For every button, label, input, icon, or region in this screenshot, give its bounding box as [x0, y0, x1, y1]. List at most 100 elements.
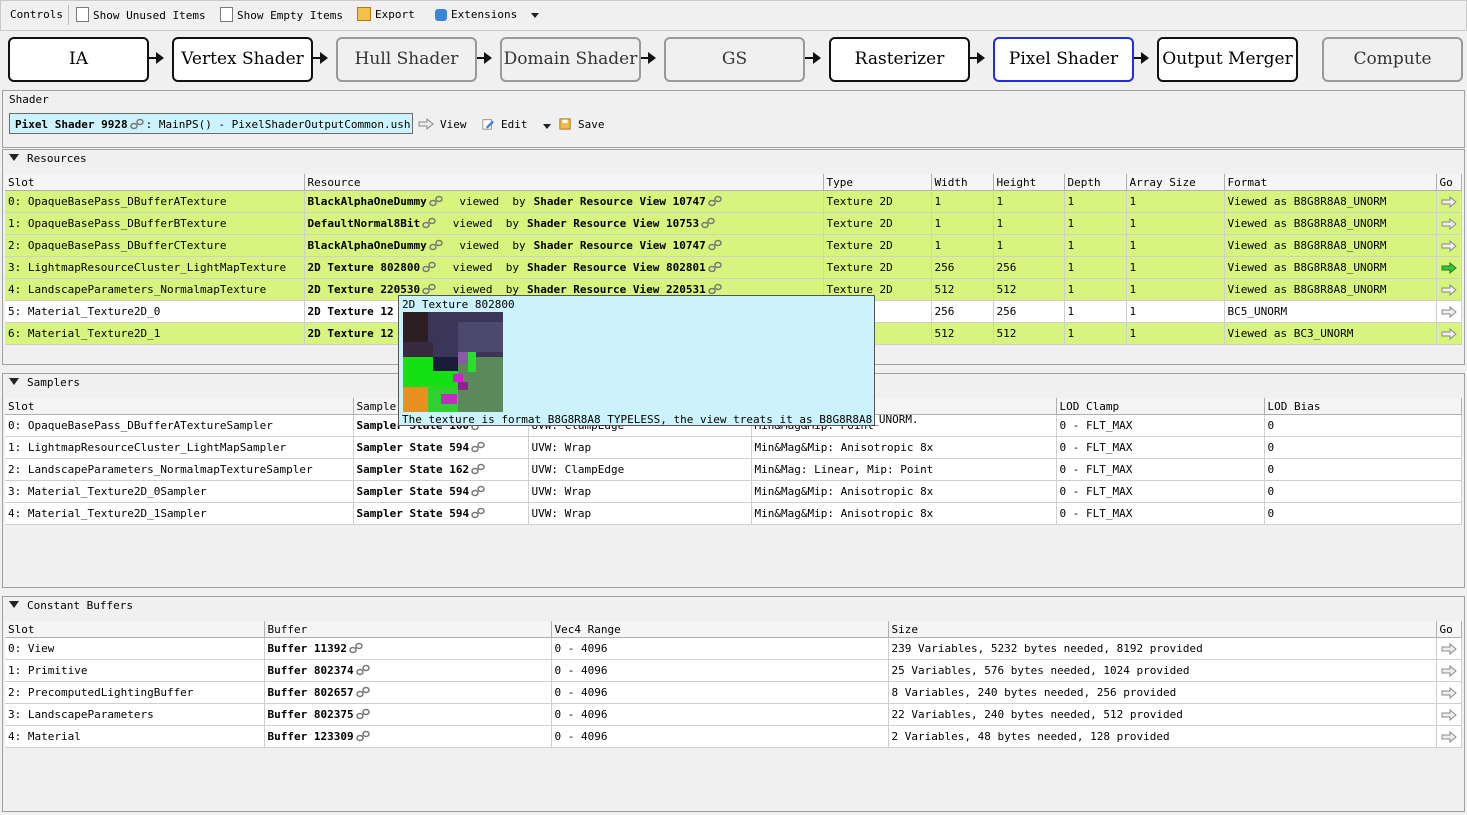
- show-empty-button[interactable]: Show Empty Items: [220, 7, 343, 23]
- link-icon[interactable]: [422, 217, 436, 229]
- go-cell[interactable]: [1436, 190, 1462, 213]
- flow-arrow: [641, 52, 656, 64]
- table-row[interactable]: 1: Primitive Buffer 802374 0 - 4096 25 Vari…: [5, 659, 1462, 682]
- go-cell[interactable]: [1436, 212, 1462, 235]
- go-cell[interactable]: [1436, 659, 1462, 682]
- go-arrow-icon[interactable]: [1441, 306, 1457, 318]
- go-arrow-icon[interactable]: [1441, 218, 1457, 230]
- stage-output-merger[interactable]: Output Merger: [1157, 37, 1298, 82]
- table-row[interactable]: 2: PrecomputedLightingBuffer Buffer 80265…: [5, 681, 1462, 704]
- resources-column-header[interactable]: Height: [993, 174, 1065, 191]
- go-cell[interactable]: [1436, 703, 1462, 726]
- stage-domain-shader[interactable]: Domain Shader: [500, 37, 641, 82]
- resources-column-header[interactable]: Format: [1224, 174, 1437, 191]
- link-icon[interactable]: [428, 239, 443, 251]
- go-cell[interactable]: [1436, 300, 1462, 323]
- show-unused-button[interactable]: Show Unused Items: [76, 7, 206, 23]
- stage-vertex-shader[interactable]: Vertex Shader: [172, 37, 313, 82]
- resources-column-header[interactable]: Depth: [1064, 174, 1127, 191]
- go-arrow-icon[interactable]: [1441, 709, 1457, 721]
- link-icon[interactable]: [422, 283, 436, 295]
- extensions-dropdown[interactable]: [531, 7, 539, 23]
- view-button[interactable]: View: [418, 116, 467, 134]
- table-row[interactable]: 2: OpaqueBasePass_DBufferCTexture BlackAl…: [5, 234, 1462, 257]
- link-icon[interactable]: [471, 441, 485, 453]
- export-button[interactable]: Export: [357, 7, 415, 23]
- go-cell[interactable]: [1436, 681, 1462, 704]
- edit-button[interactable]: Edit: [481, 116, 528, 134]
- link-icon[interactable]: [355, 708, 370, 720]
- samplers-column-header[interactable]: LOD Clamp: [1056, 398, 1265, 415]
- cbuffers-column-header[interactable]: Buffer: [264, 621, 552, 638]
- collapse-icon[interactable]: [9, 378, 19, 385]
- go-arrow-icon[interactable]: [1441, 328, 1457, 340]
- stage-ia[interactable]: IA: [8, 37, 149, 82]
- link-icon[interactable]: [129, 118, 144, 130]
- stage-compute-shader[interactable]: Compute Shader: [1322, 37, 1463, 110]
- resources-column-header[interactable]: Go: [1436, 174, 1462, 191]
- constant-buffers-header[interactable]: Constant Buffers: [3, 597, 1464, 615]
- link-icon[interactable]: [708, 261, 722, 273]
- table-row[interactable]: 0: View Buffer 11392 0 - 4096 239 Variables…: [5, 637, 1462, 660]
- table-row[interactable]: 1: LightmapResourceCluster_LightMapSampl…: [5, 436, 1462, 459]
- go-cell[interactable]: [1436, 725, 1462, 748]
- samplers-column-header[interactable]: LOD Bias: [1264, 398, 1462, 415]
- save-button[interactable]: Save: [558, 116, 605, 134]
- link-icon[interactable]: [428, 195, 443, 207]
- resources-column-header[interactable]: Width: [931, 174, 994, 191]
- stage-rasterizer[interactable]: Rasterizer: [829, 37, 970, 82]
- go-arrow-icon[interactable]: [1441, 643, 1457, 655]
- go-arrow-icon[interactable]: [1441, 665, 1457, 677]
- resources-column-header[interactable]: Array Size: [1126, 174, 1225, 191]
- go-arrow-icon[interactable]: [1441, 284, 1457, 296]
- go-arrow-icon[interactable]: [1441, 196, 1457, 208]
- resources-column-header[interactable]: Slot: [5, 174, 305, 191]
- go-cell[interactable]: [1436, 637, 1462, 660]
- table-row[interactable]: 3: Material_Texture2D_0Sampler Sampler St…: [5, 480, 1462, 503]
- edit-dropdown[interactable]: [543, 117, 551, 135]
- link-icon[interactable]: [708, 195, 722, 207]
- link-icon[interactable]: [355, 730, 370, 742]
- go-cell[interactable]: [1436, 256, 1462, 279]
- table-row[interactable]: 4: Material_Texture2D_1Sampler Sampler St…: [5, 502, 1462, 525]
- table-row[interactable]: 3: LightmapResourceCluster_LightMapTextu…: [5, 256, 1462, 279]
- stage-gs[interactable]: GS: [664, 37, 805, 82]
- table-row[interactable]: 4: Material Buffer 123309 0 - 4096 2 Variab…: [5, 725, 1462, 748]
- cbuffers-column-header[interactable]: Slot: [5, 621, 265, 638]
- go-cell[interactable]: [1436, 322, 1462, 345]
- cbuffers-column-header[interactable]: Vec4 Range: [551, 621, 889, 638]
- cbuffers-column-header[interactable]: Go: [1436, 621, 1462, 638]
- table-row[interactable]: 2: LandscapeParameters_NormalmapTextureS…: [5, 458, 1462, 481]
- table-row[interactable]: 1: OpaqueBasePass_DBufferBTexture Default…: [5, 212, 1462, 235]
- shader-name-field[interactable]: Pixel Shader 9928: MainPS() - PixelShade…: [9, 113, 413, 134]
- table-row[interactable]: 3: LandscapeParameters Buffer 802375 0 - 4…: [5, 703, 1462, 726]
- buffer-cell: Buffer 802374: [264, 659, 552, 682]
- stage-hull-shader[interactable]: Hull Shader: [336, 37, 477, 82]
- link-icon[interactable]: [471, 507, 485, 519]
- stage-pixel-shader[interactable]: Pixel Shader: [993, 37, 1134, 82]
- samplers-column-header[interactable]: Slot: [5, 398, 354, 415]
- go-arrow-icon[interactable]: [1441, 240, 1457, 252]
- go-cell[interactable]: [1436, 278, 1462, 301]
- link-icon[interactable]: [708, 283, 722, 295]
- go-arrow-icon[interactable]: [1441, 731, 1457, 743]
- link-icon[interactable]: [355, 664, 370, 676]
- table-row[interactable]: 0: OpaqueBasePass_DBufferATexture BlackAl…: [5, 190, 1462, 213]
- link-icon[interactable]: [349, 642, 363, 654]
- collapse-icon[interactable]: [9, 601, 19, 608]
- extensions-button[interactable]: Extensions: [435, 7, 517, 23]
- collapse-icon[interactable]: [9, 154, 19, 161]
- resources-header[interactable]: Resources: [3, 150, 1464, 168]
- link-icon[interactable]: [471, 463, 485, 475]
- resources-column-header[interactable]: Resource: [304, 174, 824, 191]
- link-icon[interactable]: [708, 239, 722, 251]
- go-arrow-icon[interactable]: [1441, 262, 1457, 274]
- link-icon[interactable]: [471, 485, 485, 497]
- resources-column-header[interactable]: Type: [823, 174, 932, 191]
- go-arrow-icon[interactable]: [1441, 687, 1457, 699]
- go-cell[interactable]: [1436, 234, 1462, 257]
- link-icon[interactable]: [355, 686, 370, 698]
- link-icon[interactable]: [422, 261, 436, 273]
- cbuffers-column-header[interactable]: Size: [888, 621, 1437, 638]
- link-icon[interactable]: [701, 217, 715, 229]
